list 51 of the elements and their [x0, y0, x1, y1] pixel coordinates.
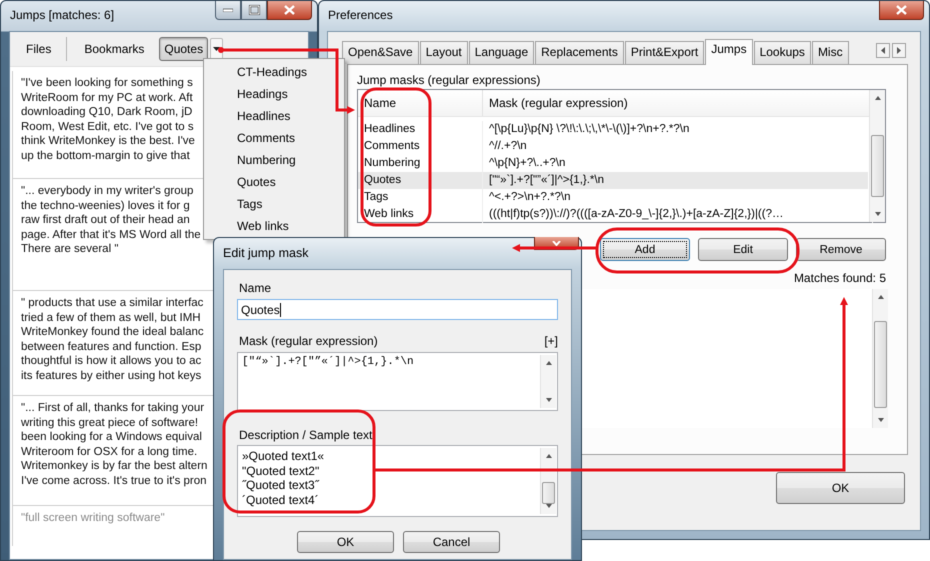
table-cell: Headlines	[358, 121, 483, 138]
tab[interactable]: Jumps	[705, 39, 753, 65]
right-arrow-icon	[897, 47, 901, 54]
table-cell: Comments	[358, 138, 483, 155]
dialog-button[interactable]: Cancel	[403, 531, 500, 553]
table-cell: Tags	[358, 189, 483, 206]
scrollbar[interactable]	[869, 90, 885, 222]
tab[interactable]: Replacements	[535, 41, 624, 64]
mask-field[interactable]: ["“»`].+?["”«´]|^>{1,}.*\n	[237, 352, 558, 411]
toolbar-tab[interactable]: Bookmarks	[79, 37, 150, 61]
tab[interactable]: Layout	[420, 41, 468, 64]
scroll-left-button[interactable]	[876, 43, 890, 58]
close-icon	[896, 5, 907, 15]
tab[interactable]: Misc	[812, 41, 849, 64]
chevron-icon	[552, 240, 561, 246]
expand-link[interactable]: [+]	[542, 334, 558, 349]
window-title: Edit jump mask	[223, 246, 308, 260]
close-icon	[284, 5, 295, 15]
tab[interactable]: Print&Export	[624, 41, 704, 64]
close-button[interactable]	[879, 1, 924, 20]
minimize-icon	[223, 8, 233, 12]
table-row[interactable]: Quotes ["“»`].+?["”«´]|^>{1,}.*\n	[358, 172, 868, 189]
left-arrow-icon	[881, 47, 885, 54]
close-button[interactable]	[267, 1, 312, 20]
dialog-button[interactable]: OK	[297, 531, 394, 553]
scrollbar[interactable]	[540, 448, 556, 514]
tab[interactable]: Open&Save	[342, 41, 419, 64]
maximize-button[interactable]	[241, 1, 267, 20]
tab[interactable]: Lookups	[754, 41, 811, 64]
window-title: Preferences	[328, 8, 393, 22]
group-label: Jump masks (regular expressions)	[357, 73, 542, 89]
table-cell: Web links	[358, 206, 483, 223]
dialog-button[interactable]: Remove	[796, 238, 886, 261]
dialog-button[interactable]: Add	[600, 238, 690, 261]
description-field[interactable]: »Quoted text1« "Quoted text2" ˝Quoted text3˝ ´Quoted text4´	[237, 445, 558, 517]
matches-count: Matches found: 5	[794, 271, 886, 286]
scrollbar[interactable]	[872, 289, 888, 428]
dialog-button[interactable]: Edit	[698, 238, 788, 261]
scroll-right-button[interactable]	[892, 43, 906, 58]
scrollbar[interactable]	[540, 355, 556, 408]
maximize-icon	[248, 5, 260, 15]
caret-icon	[213, 47, 220, 51]
ok-button[interactable]: OK	[776, 472, 905, 504]
name-field[interactable]: Quotes	[237, 299, 558, 320]
window-title: Jumps [matches: 6]	[10, 8, 114, 22]
tab[interactable]: Language	[468, 41, 534, 64]
table-cell: Quotes	[358, 172, 483, 189]
column-header[interactable]: Name	[358, 90, 483, 116]
minimize-button[interactable]	[215, 1, 241, 20]
toolbar-tab[interactable]: Quotes	[159, 37, 208, 61]
toolbar-tab[interactable]: Files	[21, 37, 56, 61]
